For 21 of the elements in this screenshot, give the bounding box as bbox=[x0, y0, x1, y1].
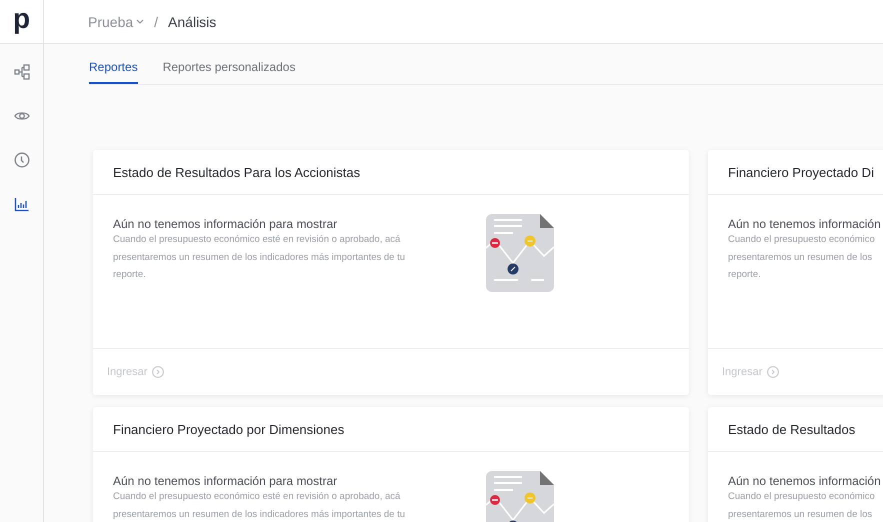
breadcrumb-separator: / bbox=[154, 14, 158, 30]
clock-icon[interactable] bbox=[14, 152, 30, 168]
empty-state-title: Aún no tenemos información para mostrar bbox=[113, 217, 338, 231]
empty-state-description: Cuando el presupuesto económico esté en revisión o aprobado, acá presentaremos un resumen de los indicadores más importantes de tu bbox=[113, 490, 406, 522]
card-title: Estado de Resultados Para los Accionistas bbox=[113, 164, 360, 180]
empty-state-description: Cuando el presupuesto económico esté en revisión o aprobado, acá presentaremos un resumen de los indicadores más importantes de tu reporte. bbox=[113, 233, 406, 282]
bar-chart-icon[interactable] bbox=[14, 196, 30, 212]
card-title: Financiero Proyectado Di bbox=[728, 164, 874, 180]
tab[interactable]: Reportes personalizados bbox=[162, 58, 296, 84]
card-title: Estado de Resultados bbox=[728, 422, 856, 436]
caret-icon bbox=[136, 19, 144, 24]
empty-state-description: Cuando el presupuesto económico presentaremos un resumen de los reporte. bbox=[728, 233, 876, 282]
card-title: Financiero Proyectado por Dimensiones bbox=[113, 422, 344, 436]
empty-state-title: Aún no tenemos información para mostrar bbox=[113, 474, 338, 488]
page-title: Análisis bbox=[168, 14, 216, 30]
empty-state-description: Cuando el presupuesto económico presentaremos un resumen de los bbox=[728, 490, 876, 522]
hierarchy-icon[interactable] bbox=[14, 64, 30, 80]
empty-state-title: Aún no tenemos información bbox=[728, 217, 881, 231]
empty-state-title: Aún no tenemos información bbox=[728, 474, 881, 488]
tab[interactable]: Reportes bbox=[89, 58, 138, 84]
project-dropdown[interactable]: Prueba bbox=[88, 14, 144, 30]
